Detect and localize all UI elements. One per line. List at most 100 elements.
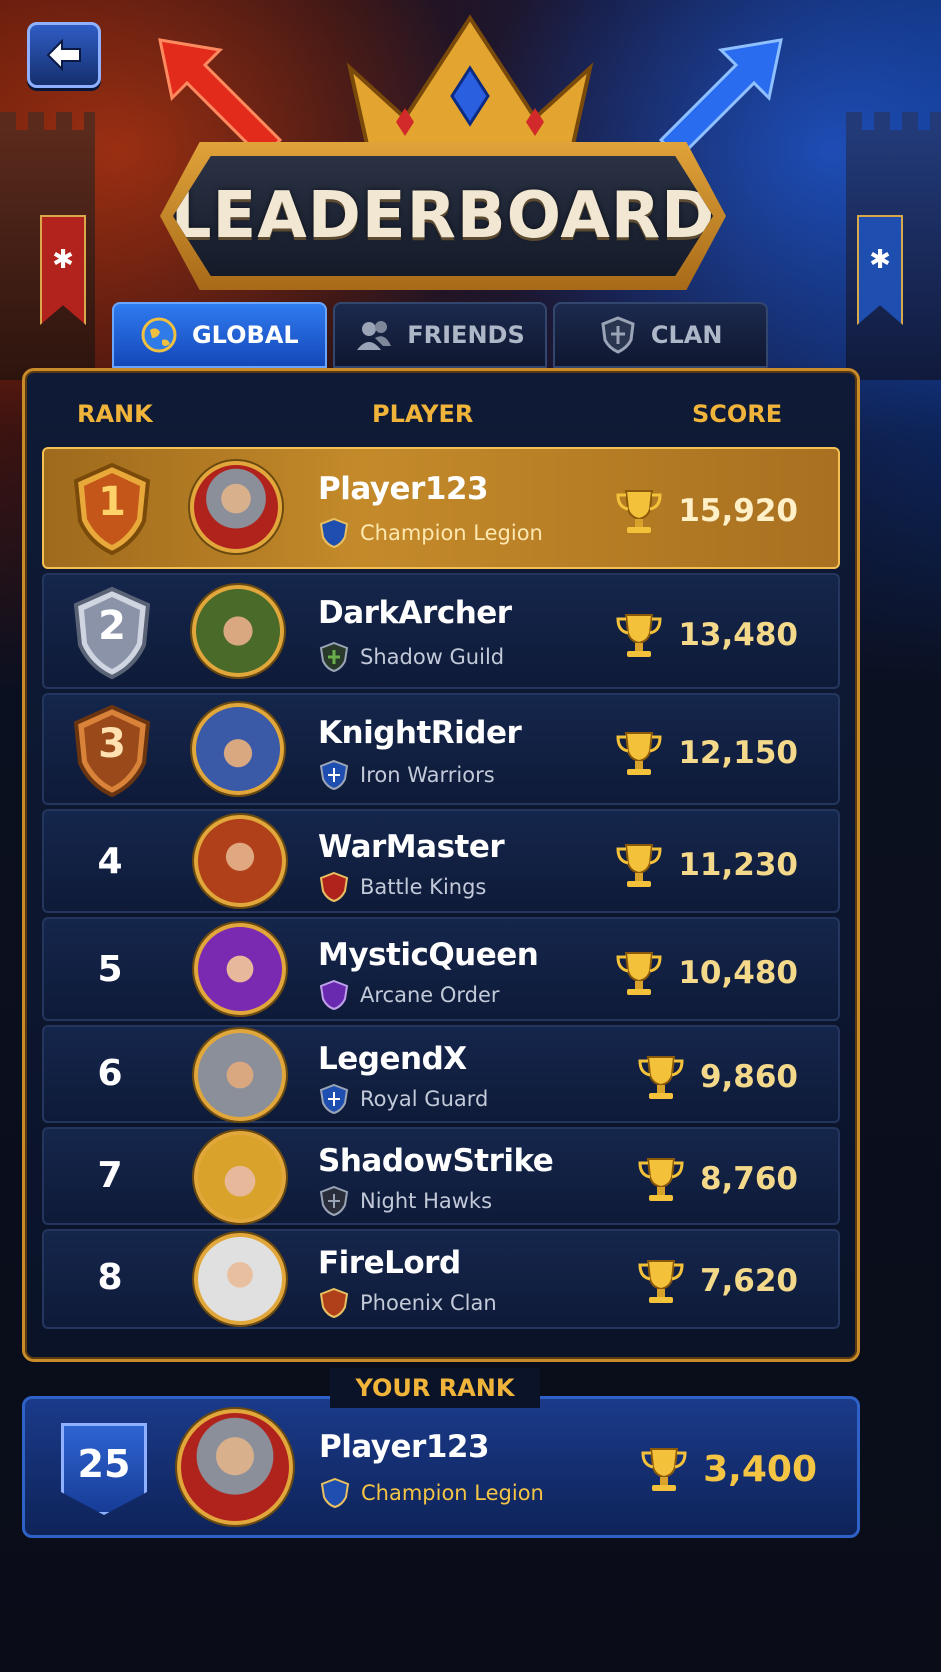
score: 12,150 xyxy=(614,729,798,777)
player-name: KnightRider xyxy=(318,715,522,751)
score-value: 7,620 xyxy=(699,1263,798,1299)
clan-badge-icon xyxy=(318,979,350,1011)
clan-badge-icon xyxy=(318,759,350,791)
table-row[interactable]: 2 DarkArcher Shadow Guild 13,480 xyxy=(42,573,840,689)
clan-badge-icon xyxy=(318,641,350,673)
your-rank-panel[interactable]: 25 Player123 Champion Legion 3,400 xyxy=(22,1396,860,1538)
rank-number: 4 xyxy=(97,841,123,882)
table-row[interactable]: 3 KnightRider Iron Warriors 12,150 xyxy=(42,693,840,805)
score-value: 11,230 xyxy=(678,847,798,883)
tab-clan[interactable]: CLAN xyxy=(553,302,769,368)
clan-badge-icon xyxy=(318,871,350,903)
clan-name: Arcane Order xyxy=(360,983,500,1007)
clan-info: Arcane Order xyxy=(318,979,500,1011)
score: 11,230 xyxy=(614,841,798,889)
score-value: 10,480 xyxy=(678,955,798,991)
trophy-icon xyxy=(616,952,662,995)
score: 15,920 xyxy=(614,487,798,535)
tab-clan-label: CLAN xyxy=(650,321,723,349)
page-title: LEADERBOARD xyxy=(170,179,716,253)
trophy-icon xyxy=(616,490,662,533)
clan-name: Champion Legion xyxy=(360,521,543,545)
table-row[interactable]: 1 Player123 Champion Legion 15,920 xyxy=(42,447,840,569)
score-value: 9,860 xyxy=(699,1059,798,1095)
table-row[interactable]: 5 MysticQueen Arcane Order 10,480 xyxy=(42,917,840,1021)
rank-number: 6 xyxy=(97,1053,123,1094)
table-row[interactable]: 6 LegendX Royal Guard 9,860 xyxy=(42,1025,840,1123)
score-value: 15,920 xyxy=(678,493,798,529)
player-name: LegendX xyxy=(318,1041,467,1077)
trophy-icon xyxy=(616,614,662,657)
score-value: 12,150 xyxy=(678,735,798,771)
friends-icon xyxy=(355,316,393,354)
trophy-icon xyxy=(638,1056,684,1099)
your-avatar xyxy=(177,1409,293,1525)
clan-badge-icon xyxy=(318,517,350,549)
tab-friends-label: FRIENDS xyxy=(407,321,525,349)
clan-info: Phoenix Clan xyxy=(318,1287,497,1319)
player-name: Player123 xyxy=(318,471,489,507)
clan-info: Shadow Guild xyxy=(318,641,504,673)
avatar xyxy=(194,1029,286,1121)
avatar xyxy=(192,585,284,677)
rank-number: 5 xyxy=(97,949,123,990)
tab-global-label: GLOBAL xyxy=(191,321,299,349)
trophy-icon xyxy=(616,844,662,887)
rank-badge-icon: 25 xyxy=(61,1423,147,1515)
clan-badge-icon xyxy=(318,1185,350,1217)
score-value: 8,760 xyxy=(699,1161,798,1197)
back-button[interactable] xyxy=(27,22,101,88)
your-score-value: 3,400 xyxy=(703,1448,817,1490)
your-player-name: Player123 xyxy=(319,1429,490,1465)
your-score: 3,400 xyxy=(639,1445,817,1493)
score: 13,480 xyxy=(614,611,798,659)
clan-info: Royal Guard xyxy=(318,1083,488,1115)
your-clan-info: Champion Legion xyxy=(319,1477,544,1509)
table-row[interactable]: 4 WarMaster Battle Kings 11,230 xyxy=(42,809,840,913)
globe-icon xyxy=(140,316,178,354)
rank-number: 2 xyxy=(98,603,126,649)
your-rank-label: YOUR RANK xyxy=(330,1368,540,1408)
arrow-left-icon xyxy=(46,38,81,72)
clan-name: Night Hawks xyxy=(360,1189,493,1213)
avatar xyxy=(190,461,282,553)
score: 10,480 xyxy=(614,949,798,997)
clan-badge-icon xyxy=(318,1287,350,1319)
player-name: DarkArcher xyxy=(318,595,512,631)
trophy-icon xyxy=(638,1158,684,1201)
tab-friends[interactable]: FRIENDS xyxy=(332,302,548,368)
tab-global[interactable]: GLOBAL xyxy=(112,302,327,368)
player-name: WarMaster xyxy=(318,829,505,865)
trophy-icon xyxy=(638,1260,684,1303)
trophy-icon xyxy=(641,1448,687,1491)
avatar xyxy=(192,703,284,795)
avatar xyxy=(194,1131,286,1223)
player-name: ShadowStrike xyxy=(318,1143,554,1179)
trophy-icon xyxy=(616,732,662,775)
clan-name: Battle Kings xyxy=(360,875,487,899)
score-value: 13,480 xyxy=(678,617,798,653)
player-name: FireLord xyxy=(318,1245,461,1281)
table-row[interactable]: 7 ShadowStrike Night Hawks 8,760 xyxy=(42,1127,840,1225)
score: 8,760 xyxy=(636,1155,798,1203)
column-header-player: PLAYER xyxy=(372,400,474,428)
rank-number: 3 xyxy=(98,721,126,767)
rank-number: 8 xyxy=(97,1257,123,1298)
clan-name: Shadow Guild xyxy=(360,645,505,669)
rank-number: 7 xyxy=(97,1155,123,1196)
avatar xyxy=(194,923,286,1015)
shield-icon xyxy=(599,316,637,354)
table-row[interactable]: 8 FireLord Phoenix Clan 7,620 xyxy=(42,1229,840,1329)
clan-info: Night Hawks xyxy=(318,1185,492,1217)
avatar xyxy=(194,815,286,907)
clan-name: Iron Warriors xyxy=(360,763,495,787)
title-plate: LEADERBOARD xyxy=(160,142,726,290)
column-header-score: SCORE xyxy=(692,400,783,428)
your-rank-number: 25 xyxy=(77,1442,131,1486)
column-header-rank: RANK xyxy=(77,400,153,428)
clan-info: Iron Warriors xyxy=(318,759,495,791)
clan-info: Battle Kings xyxy=(318,871,486,903)
score: 9,860 xyxy=(636,1053,798,1101)
clan-badge-icon xyxy=(318,1083,350,1115)
avatar xyxy=(194,1233,286,1325)
